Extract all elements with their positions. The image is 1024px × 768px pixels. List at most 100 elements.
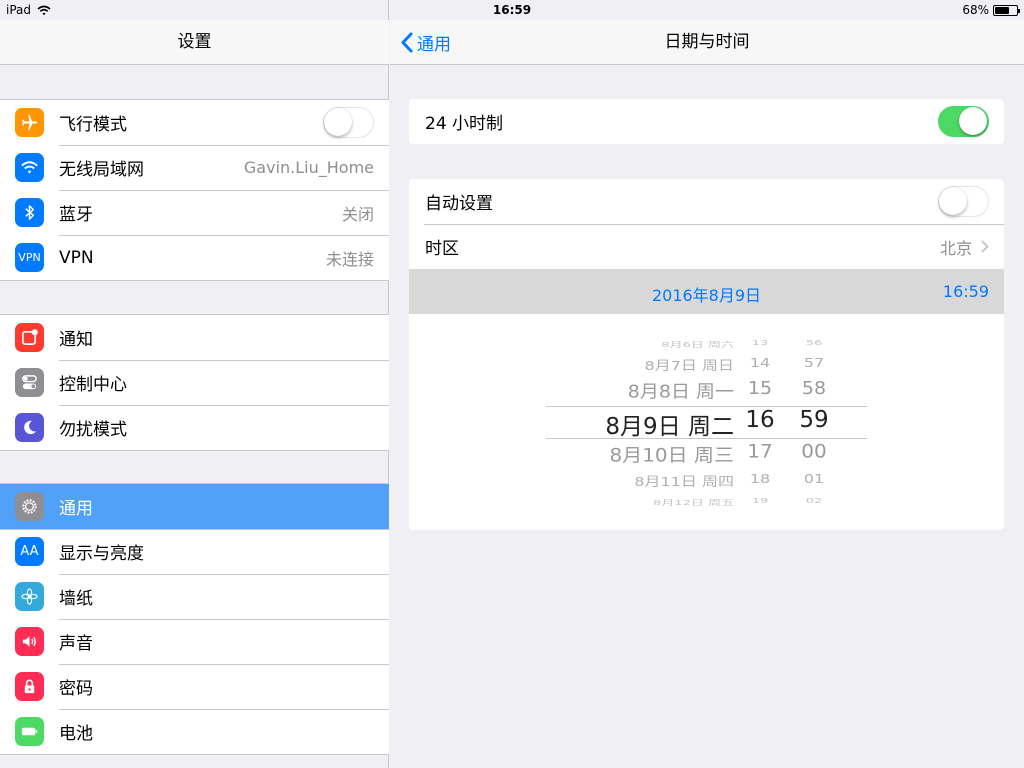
picker-date: 8月7日 周日 xyxy=(644,358,734,374)
sidebar-item-label: 显示与亮度 xyxy=(59,544,144,564)
sidebar-item-notifications[interactable]: 通知 xyxy=(0,315,389,360)
picker-minute: 56 xyxy=(805,338,823,347)
display-brightness-icon: AA xyxy=(15,537,44,566)
picker-date: 8月11日 周四 xyxy=(634,474,734,490)
settings-sidebar: 设置 飞行模式无线局域网 Gavin.Liu_Home 蓝牙 关闭 VPN VPN 未连接通… xyxy=(0,0,389,768)
notifications-icon xyxy=(15,323,44,352)
sidebar-item-label: 控制中心 xyxy=(59,375,127,395)
control-center-icon xyxy=(15,368,44,397)
sidebar-item-label: 蓝牙 xyxy=(59,205,93,225)
picker-hour: 15 xyxy=(747,378,773,399)
lock-icon xyxy=(15,672,44,701)
detail-nav-bar: 通用 日期与时间 xyxy=(390,20,1024,65)
picker-minute: 01 xyxy=(803,471,825,487)
battery-indicator-icon xyxy=(993,4,1020,16)
battery-icon xyxy=(15,717,44,746)
selected-datetime-header[interactable]: 2016年8月9日 16:59 xyxy=(409,269,1004,314)
picker-hour: 14 xyxy=(749,355,771,371)
picker-minute: 57 xyxy=(803,355,825,371)
sidebar-item-lock[interactable]: 密码 xyxy=(0,664,389,709)
sidebar-item-label: 密码 xyxy=(59,679,93,699)
selected-time: 16:59 xyxy=(942,282,989,301)
sidebar-item-label: VPN xyxy=(59,247,94,268)
chevron-right-icon xyxy=(981,240,989,253)
settings-group: 飞行模式无线局域网 Gavin.Liu_Home 蓝牙 关闭 VPN VPN 未连接 xyxy=(0,99,389,281)
status-bar: iPad 16:59 68% xyxy=(0,0,1024,20)
settings-group: 通用 AA 显示与亮度墙纸声音密码电池 xyxy=(0,483,389,755)
sidebar-item-display-brightness[interactable]: AA 显示与亮度 xyxy=(0,529,389,574)
selected-date: 2016年8月9日 xyxy=(651,286,762,305)
sidebar-item-label: 通知 xyxy=(59,330,93,350)
status-time: 16:59 xyxy=(492,3,532,17)
picker-hour: 18 xyxy=(749,471,771,487)
picker-row-selected[interactable]: 8月9日 周二 16 59 xyxy=(546,407,867,440)
hour24-row: 24 小时制 xyxy=(409,99,1004,144)
sidebar-item-value: 关闭 xyxy=(341,204,374,224)
sidebar-item-label: 墙纸 xyxy=(59,589,93,609)
settings-group: 通知控制中心勿扰模式 xyxy=(0,314,389,451)
date-time-picker[interactable]: 8月6日 周六 13 56 8月7日 周日 14 57 8月8日 周一 15 58 8月9日 周二… xyxy=(409,314,1004,530)
sidebar-item-label: 飞行模式 xyxy=(59,115,127,135)
hour24-toggle[interactable] xyxy=(938,106,989,137)
wifi-icon xyxy=(15,153,44,182)
sidebar-item-moon[interactable]: 勿扰模式 xyxy=(0,405,389,450)
timezone-value: 北京 xyxy=(939,238,972,258)
sidebar-item-label: 电池 xyxy=(59,724,93,744)
sidebar-item-value: Gavin.Liu_Home xyxy=(243,158,374,177)
airplane-mode-toggle[interactable] xyxy=(323,107,374,138)
picker-hour: 13 xyxy=(751,338,769,347)
hour24-label: 24 小时制 xyxy=(425,114,504,134)
timezone-row[interactable]: 时区 北京 xyxy=(409,224,1004,269)
battery-fill xyxy=(995,6,1010,14)
picker-row[interactable]: 8月11日 周四 18 01 xyxy=(546,471,867,495)
picker-date: 8月12日 周五 xyxy=(653,498,734,508)
toggle-knob xyxy=(939,187,967,215)
picker-row[interactable]: 8月8日 周一 15 58 xyxy=(546,378,867,406)
sidebar-item-speaker[interactable]: 声音 xyxy=(0,619,389,664)
speaker-icon xyxy=(15,627,44,656)
sidebar-item-gear[interactable]: 通用 xyxy=(0,484,389,529)
picker-date: 8月10日 周三 xyxy=(609,443,734,466)
picker-row[interactable]: 8月10日 周三 17 00 xyxy=(546,440,867,468)
vpn-icon: VPN xyxy=(15,243,44,272)
sidebar-item-bluetooth[interactable]: 蓝牙 关闭 xyxy=(0,190,389,235)
picker-row[interactable]: 8月7日 周日 14 57 xyxy=(546,355,867,379)
battery-percent: 68% xyxy=(962,3,989,17)
picker-hour: 19 xyxy=(751,496,769,505)
sidebar-item-label: 勿扰模式 xyxy=(59,420,127,440)
sidebar-item-airplane[interactable]: 飞行模式 xyxy=(0,100,389,145)
picker-hour: 16 xyxy=(745,407,775,433)
moon-icon xyxy=(15,413,44,442)
sidebar-item-wifi[interactable]: 无线局域网 Gavin.Liu_Home xyxy=(0,145,389,190)
sidebar-item-label: 无线局域网 xyxy=(59,160,144,180)
bluetooth-icon xyxy=(15,198,44,227)
detail-pane: 通用 日期与时间 24 小时制 自动设置 时区 北京 2016年8月9日 16:… xyxy=(390,0,1024,768)
sidebar-title: 设置 xyxy=(0,20,389,65)
picker-row[interactable]: 8月6日 周六 13 56 xyxy=(546,339,867,356)
sidebar-item-vpn[interactable]: VPN VPN 未连接 xyxy=(0,235,389,280)
auto-set-label: 自动设置 xyxy=(425,194,493,214)
timezone-label: 时区 xyxy=(425,239,459,259)
sidebar-item-label: 声音 xyxy=(59,634,93,654)
picker-minute: 59 xyxy=(799,407,829,433)
auto-set-toggle[interactable] xyxy=(938,186,989,217)
picker-minute: 00 xyxy=(801,440,827,463)
picker-minute: 02 xyxy=(805,496,823,505)
picker-date: 8月9日 周二 xyxy=(605,414,734,440)
auto-set-row: 自动设置 xyxy=(409,179,1004,224)
sidebar-item-value: 未连接 xyxy=(325,249,374,269)
page-title: 日期与时间 xyxy=(664,32,750,52)
picker-date: 8月6日 周六 xyxy=(661,340,734,350)
picker-hour: 17 xyxy=(747,440,773,463)
hour24-card: 24 小时制 xyxy=(409,99,1004,144)
wallpaper-icon xyxy=(15,582,44,611)
toggle-knob xyxy=(959,107,987,135)
sidebar-item-control-center[interactable]: 控制中心 xyxy=(0,360,389,405)
toggle-knob xyxy=(324,108,352,136)
sidebar-item-label: 通用 xyxy=(59,499,93,519)
sidebar-item-battery[interactable]: 电池 xyxy=(0,709,389,754)
picker-date: 8月8日 周一 xyxy=(627,381,734,403)
sidebar-item-wallpaper[interactable]: 墙纸 xyxy=(0,574,389,619)
airplane-icon xyxy=(15,108,44,137)
picker-row[interactable]: 8月12日 周五 19 02 xyxy=(546,497,867,514)
